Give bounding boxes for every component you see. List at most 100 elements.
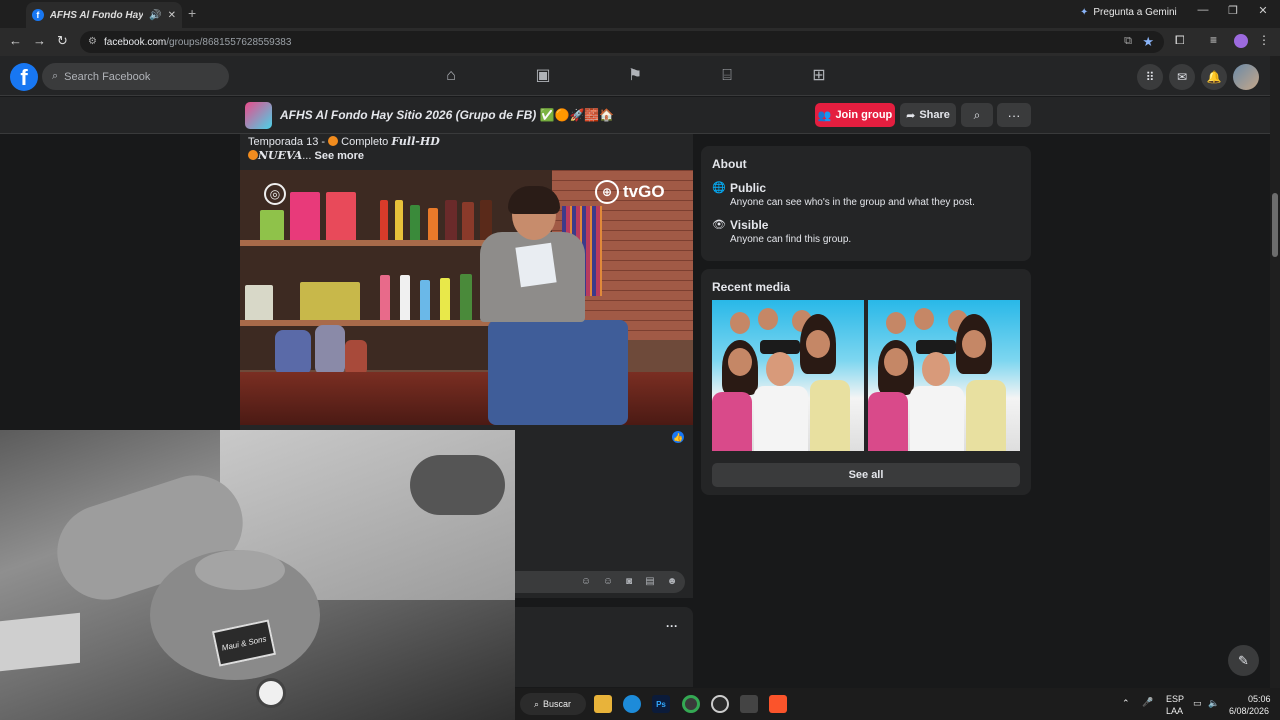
webcam-cap-button bbox=[256, 678, 286, 708]
camera-icon[interactable]: ◙ bbox=[623, 576, 635, 588]
group-search-button[interactable]: ⌕ bbox=[961, 103, 993, 127]
obs-icon[interactable] bbox=[711, 695, 729, 713]
group-people-icon: 👥 bbox=[817, 109, 832, 122]
chrome-menu-icon[interactable]: ⋮ bbox=[1258, 33, 1270, 47]
join-group-button[interactable]: 👥 Join group bbox=[815, 103, 895, 127]
messenger-icon[interactable]: ✉ bbox=[1169, 64, 1195, 90]
gemini-button[interactable]: ✦ Pregunta a Gemini bbox=[1080, 7, 1177, 18]
clock-date[interactable]: 6/08/2026 bbox=[1229, 706, 1269, 716]
browser-profile-avatar[interactable] bbox=[1234, 34, 1248, 48]
language-layout[interactable]: LAA bbox=[1166, 706, 1183, 716]
search-placeholder: Search Facebook bbox=[64, 70, 151, 83]
new-message-compose-icon[interactable]: ✎ bbox=[1228, 645, 1259, 676]
about-visible-label: Visible bbox=[730, 218, 769, 232]
facebook-search-input[interactable]: ⌕ Search Facebook bbox=[42, 63, 229, 90]
bookmark-star-icon[interactable]: ★ bbox=[1142, 34, 1154, 50]
share-label: Share bbox=[919, 109, 950, 121]
about-visible-description: Anyone can find this group. bbox=[730, 234, 852, 245]
group-sticky-header: AFHS Al Fondo Hay Sitio 2026 (Grupo de F… bbox=[0, 97, 1270, 134]
share-button[interactable]: ➦ Share bbox=[900, 103, 956, 127]
marketplace-icon[interactable]: ⌸ bbox=[717, 66, 737, 86]
avatar-sticker-icon[interactable]: ☺ bbox=[580, 576, 592, 588]
group-name-text: AFHS Al Fondo Hay Sitio 2026 (Grupo de F… bbox=[280, 108, 537, 122]
america-tv-logo-icon: ◎ bbox=[264, 183, 286, 205]
video-person-legs bbox=[488, 320, 628, 425]
post-text-line-2: NUEVA... See more bbox=[248, 149, 364, 162]
minimize-icon[interactable]: — bbox=[1188, 4, 1218, 22]
gif-icon[interactable]: ▤ bbox=[644, 576, 656, 588]
gemini-spark-icon: ✦ bbox=[1080, 7, 1089, 18]
search-icon: ⌕ bbox=[52, 70, 59, 82]
browser-tab-bar: f AFHS Al Fondo Hay Sitio 🔊 ✕ + ✦ Pregun… bbox=[0, 0, 1280, 28]
video-icon[interactable]: ▣ bbox=[533, 66, 553, 86]
webcam-object bbox=[410, 455, 505, 515]
close-window-icon[interactable]: ✕ bbox=[1248, 4, 1278, 22]
globe-icon: ⊕ bbox=[595, 180, 619, 204]
pages-flag-icon[interactable]: ⚑ bbox=[625, 66, 645, 86]
microphone-icon[interactable]: 🎤 bbox=[1142, 697, 1153, 708]
post-ellipsis: ... bbox=[302, 150, 312, 162]
file-explorer-icon[interactable] bbox=[594, 695, 612, 713]
taskbar-search-label: Buscar bbox=[543, 699, 572, 709]
url-domain: facebook.com bbox=[104, 36, 167, 48]
see-all-media-button[interactable]: See all bbox=[712, 463, 1020, 487]
forward-icon[interactable]: → bbox=[33, 33, 46, 48]
address-bar[interactable]: ⚙ facebook.com/groups/8681557628559383 ⧉… bbox=[80, 31, 1164, 53]
join-group-label: Join group bbox=[835, 109, 893, 121]
back-icon[interactable]: ← bbox=[9, 33, 22, 48]
reload-icon[interactable]: ↻ bbox=[57, 33, 68, 49]
new-tab-button[interactable]: + bbox=[188, 5, 196, 21]
app-window-icon[interactable] bbox=[740, 695, 758, 713]
brave-icon[interactable] bbox=[769, 695, 787, 713]
restore-icon[interactable]: ❐ bbox=[1218, 4, 1248, 22]
eye-icon: 👁 bbox=[712, 219, 726, 231]
network-icon[interactable]: ▭ bbox=[1193, 698, 1202, 709]
tray-chevron-icon[interactable]: ⌃ bbox=[1122, 698, 1130, 709]
search-icon: ⌕ bbox=[534, 698, 540, 709]
post-more-dots-icon[interactable]: ··· bbox=[666, 619, 678, 633]
volume-icon[interactable]: 🔈 bbox=[1208, 698, 1219, 709]
edge-browser-icon[interactable] bbox=[623, 695, 641, 713]
globe-icon: 🌐 bbox=[712, 182, 726, 194]
group-more-button[interactable]: ··· bbox=[997, 103, 1031, 127]
facebook-logo[interactable]: f bbox=[10, 63, 38, 91]
tvgo-watermark: ⊕ tvGO bbox=[595, 180, 665, 204]
search-icon: ⌕ bbox=[973, 107, 981, 122]
browser-tab[interactable]: f AFHS Al Fondo Hay Sitio 🔊 ✕ bbox=[26, 2, 182, 28]
recent-media-thumbnail-1[interactable] bbox=[712, 300, 864, 451]
group-name[interactable]: AFHS Al Fondo Hay Sitio 2026 (Grupo de F… bbox=[280, 108, 614, 122]
about-public-label: Public bbox=[730, 181, 767, 195]
notifications-bell-icon[interactable]: 🔔 bbox=[1201, 64, 1227, 90]
home-icon[interactable]: ⌂ bbox=[441, 66, 461, 86]
taskbar-search[interactable]: ⌕ Buscar bbox=[520, 693, 586, 715]
group-name-emoji: ✅🟠🚀🧱🏠 bbox=[539, 108, 615, 122]
extensions-icon[interactable]: ⧠ bbox=[1175, 33, 1185, 48]
scrollbar-thumb[interactable] bbox=[1272, 193, 1278, 257]
page-scrollbar[interactable] bbox=[1270, 56, 1280, 688]
orange-circle-icon bbox=[328, 136, 339, 146]
comment-input[interactable] bbox=[515, 571, 685, 593]
facebook-header: f ⌕ Search Facebook ⌂ ▣ ⚑ ⌸ ⊞ ⠿ ✉ 🔔 bbox=[0, 56, 1270, 96]
sticker-icon[interactable]: ☻ bbox=[666, 576, 678, 588]
like-reaction-icon[interactable]: 👍 bbox=[672, 431, 684, 443]
speaker-icon[interactable]: 🔊 bbox=[149, 10, 161, 21]
webcam-overlay: Maui & Sons bbox=[0, 430, 515, 720]
group-thumbnail[interactable] bbox=[245, 102, 272, 129]
see-more-link[interactable]: See more bbox=[314, 150, 364, 162]
chrome-icon[interactable] bbox=[682, 695, 700, 713]
language-code[interactable]: ESP bbox=[1166, 694, 1184, 704]
recent-media-thumbnail-2[interactable] bbox=[868, 300, 1020, 451]
tab-close-icon[interactable]: ✕ bbox=[168, 10, 176, 21]
emoji-icon[interactable]: ☺ bbox=[602, 576, 614, 588]
media-queue-icon[interactable]: ≡ bbox=[1210, 33, 1217, 47]
account-avatar[interactable] bbox=[1233, 64, 1259, 90]
clock-time[interactable]: 05:06 bbox=[1248, 694, 1271, 704]
post-fullhd-text: Full-HD bbox=[391, 135, 440, 148]
site-info-icon[interactable]: ⚙ bbox=[88, 36, 97, 47]
facebook-favicon-icon: f bbox=[32, 9, 44, 21]
menu-grid-icon[interactable]: ⠿ bbox=[1137, 64, 1163, 90]
gaming-icon[interactable]: ⊞ bbox=[809, 66, 829, 86]
install-app-icon[interactable]: ⧉ bbox=[1124, 35, 1132, 48]
photoshop-icon[interactable]: Ps bbox=[652, 695, 670, 713]
about-public-description: Anyone can see who's in the group and wh… bbox=[730, 197, 975, 208]
